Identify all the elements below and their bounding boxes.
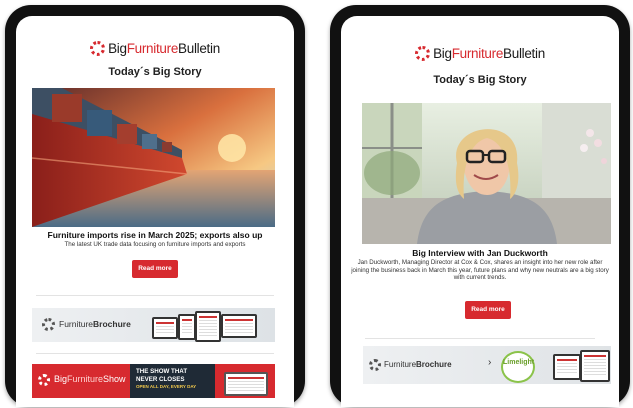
left-tablet-screen: BigFurnitureBulletin Today´s Big Story F… xyxy=(16,16,294,407)
brochure-logo-icon xyxy=(369,359,381,371)
section-divider xyxy=(365,338,595,339)
device-preview-icon xyxy=(221,314,257,338)
bulletin-logo[interactable]: BigFurnitureBulletin xyxy=(341,46,619,61)
page-heading: Today´s Big Story xyxy=(433,74,527,86)
device-preview-icon xyxy=(195,311,221,342)
device-preview-icon xyxy=(224,372,268,396)
show-logo-icon xyxy=(38,374,50,386)
left-tablet: BigFurnitureBulletin Today´s Big Story F… xyxy=(5,5,305,407)
brochure-logo-icon xyxy=(42,318,55,331)
jan-duckworth-portrait-image[interactable] xyxy=(362,103,611,244)
read-more-button[interactable]: Read more xyxy=(465,301,511,319)
container-ship-image[interactable] xyxy=(32,88,275,227)
page-heading: Today´s Big Story xyxy=(108,66,202,78)
furniture-show-banner[interactable]: BigFurnitureShow THE SHOW THAT NEVER CLO… xyxy=(32,364,275,398)
device-preview-icon xyxy=(580,350,610,382)
chevron-right-icon: › xyxy=(488,357,492,368)
story-description: Jan Duckworth, Managing Director at Cox … xyxy=(351,259,609,282)
story-title[interactable]: Furniture imports rise in March 2025; ex… xyxy=(20,230,290,240)
device-preview-icon xyxy=(553,354,581,380)
bulletin-logo[interactable]: BigFurnitureBulletin xyxy=(16,41,294,56)
logo-dots-icon xyxy=(415,46,431,61)
device-preview-icon xyxy=(152,317,178,339)
device-preview-icon xyxy=(178,314,196,340)
right-tablet-screen: BigFurnitureBulletin Today´s Big Story B… xyxy=(341,16,619,407)
story-title[interactable]: Big Interview with Jan Duckworth xyxy=(345,248,615,258)
right-tablet: BigFurnitureBulletin Today´s Big Story B… xyxy=(330,5,630,407)
logo-dots-icon xyxy=(90,41,106,56)
limelight-logo xyxy=(501,351,535,383)
story-description: The latest UK trade data focusing on fur… xyxy=(64,241,246,248)
section-divider xyxy=(36,295,274,296)
furniture-brochure-banner[interactable]: FurnitureBrochure › Limelight xyxy=(363,346,611,384)
furniture-brochure-banner[interactable]: FurnitureBrochure xyxy=(32,308,275,342)
section-divider xyxy=(36,353,274,354)
read-more-button[interactable]: Read more xyxy=(132,260,178,278)
